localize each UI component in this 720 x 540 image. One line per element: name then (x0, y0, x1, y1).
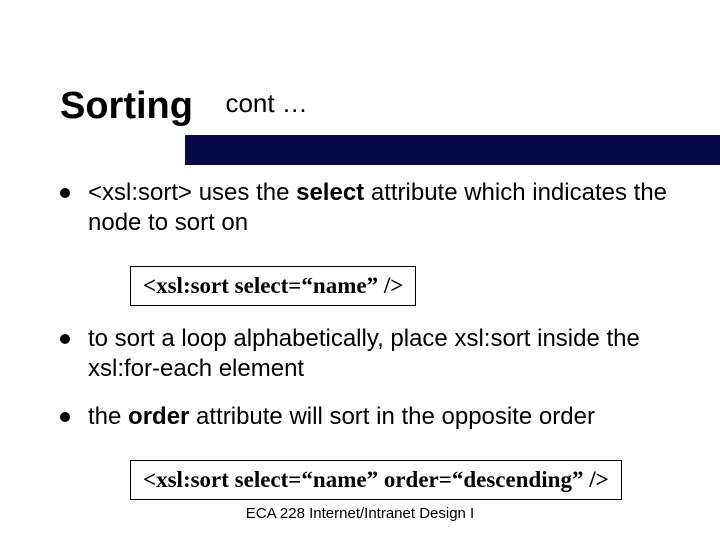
bullet-bold: order (128, 403, 189, 430)
bullet-dot-icon (60, 334, 70, 344)
slide-footer: ECA 228 Internet/Intranet Design I (0, 505, 720, 522)
bullet-pre: <xsl:sort> uses the (88, 179, 296, 206)
slide-subtitle: cont … (225, 88, 307, 119)
bullet-item: the order attribute will sort in the opp… (60, 402, 670, 432)
bullet-post: attribute will sort in the opposite orde… (189, 403, 595, 430)
bullet-text: to sort a loop alphabetically, place xsl… (88, 324, 670, 384)
bullet-text: <xsl:sort> uses the select attribute whi… (88, 178, 670, 238)
bullet-dot-icon (60, 188, 70, 198)
bullet-text: the order attribute will sort in the opp… (88, 402, 670, 432)
bullet-pre: the (88, 403, 128, 430)
code-example-1: <xsl:sort select=“name” /> (130, 266, 416, 306)
title-underline-bar (185, 135, 720, 165)
title-bar: Sorting cont … (60, 85, 670, 128)
slide: Sorting cont … <xsl:sort> uses the selec… (0, 0, 720, 540)
slide-title: Sorting (60, 85, 193, 128)
content-area: <xsl:sort> uses the select attribute whi… (60, 178, 670, 500)
bullet-pre: to sort a loop alphabetically, place xsl… (88, 325, 640, 382)
bullet-bold: select (296, 179, 364, 206)
bullet-item: <xsl:sort> uses the select attribute whi… (60, 178, 670, 238)
bullet-dot-icon (60, 412, 70, 422)
code-example-2: <xsl:sort select=“name” order=“descendin… (130, 460, 622, 500)
bullet-item: to sort a loop alphabetically, place xsl… (60, 324, 670, 384)
